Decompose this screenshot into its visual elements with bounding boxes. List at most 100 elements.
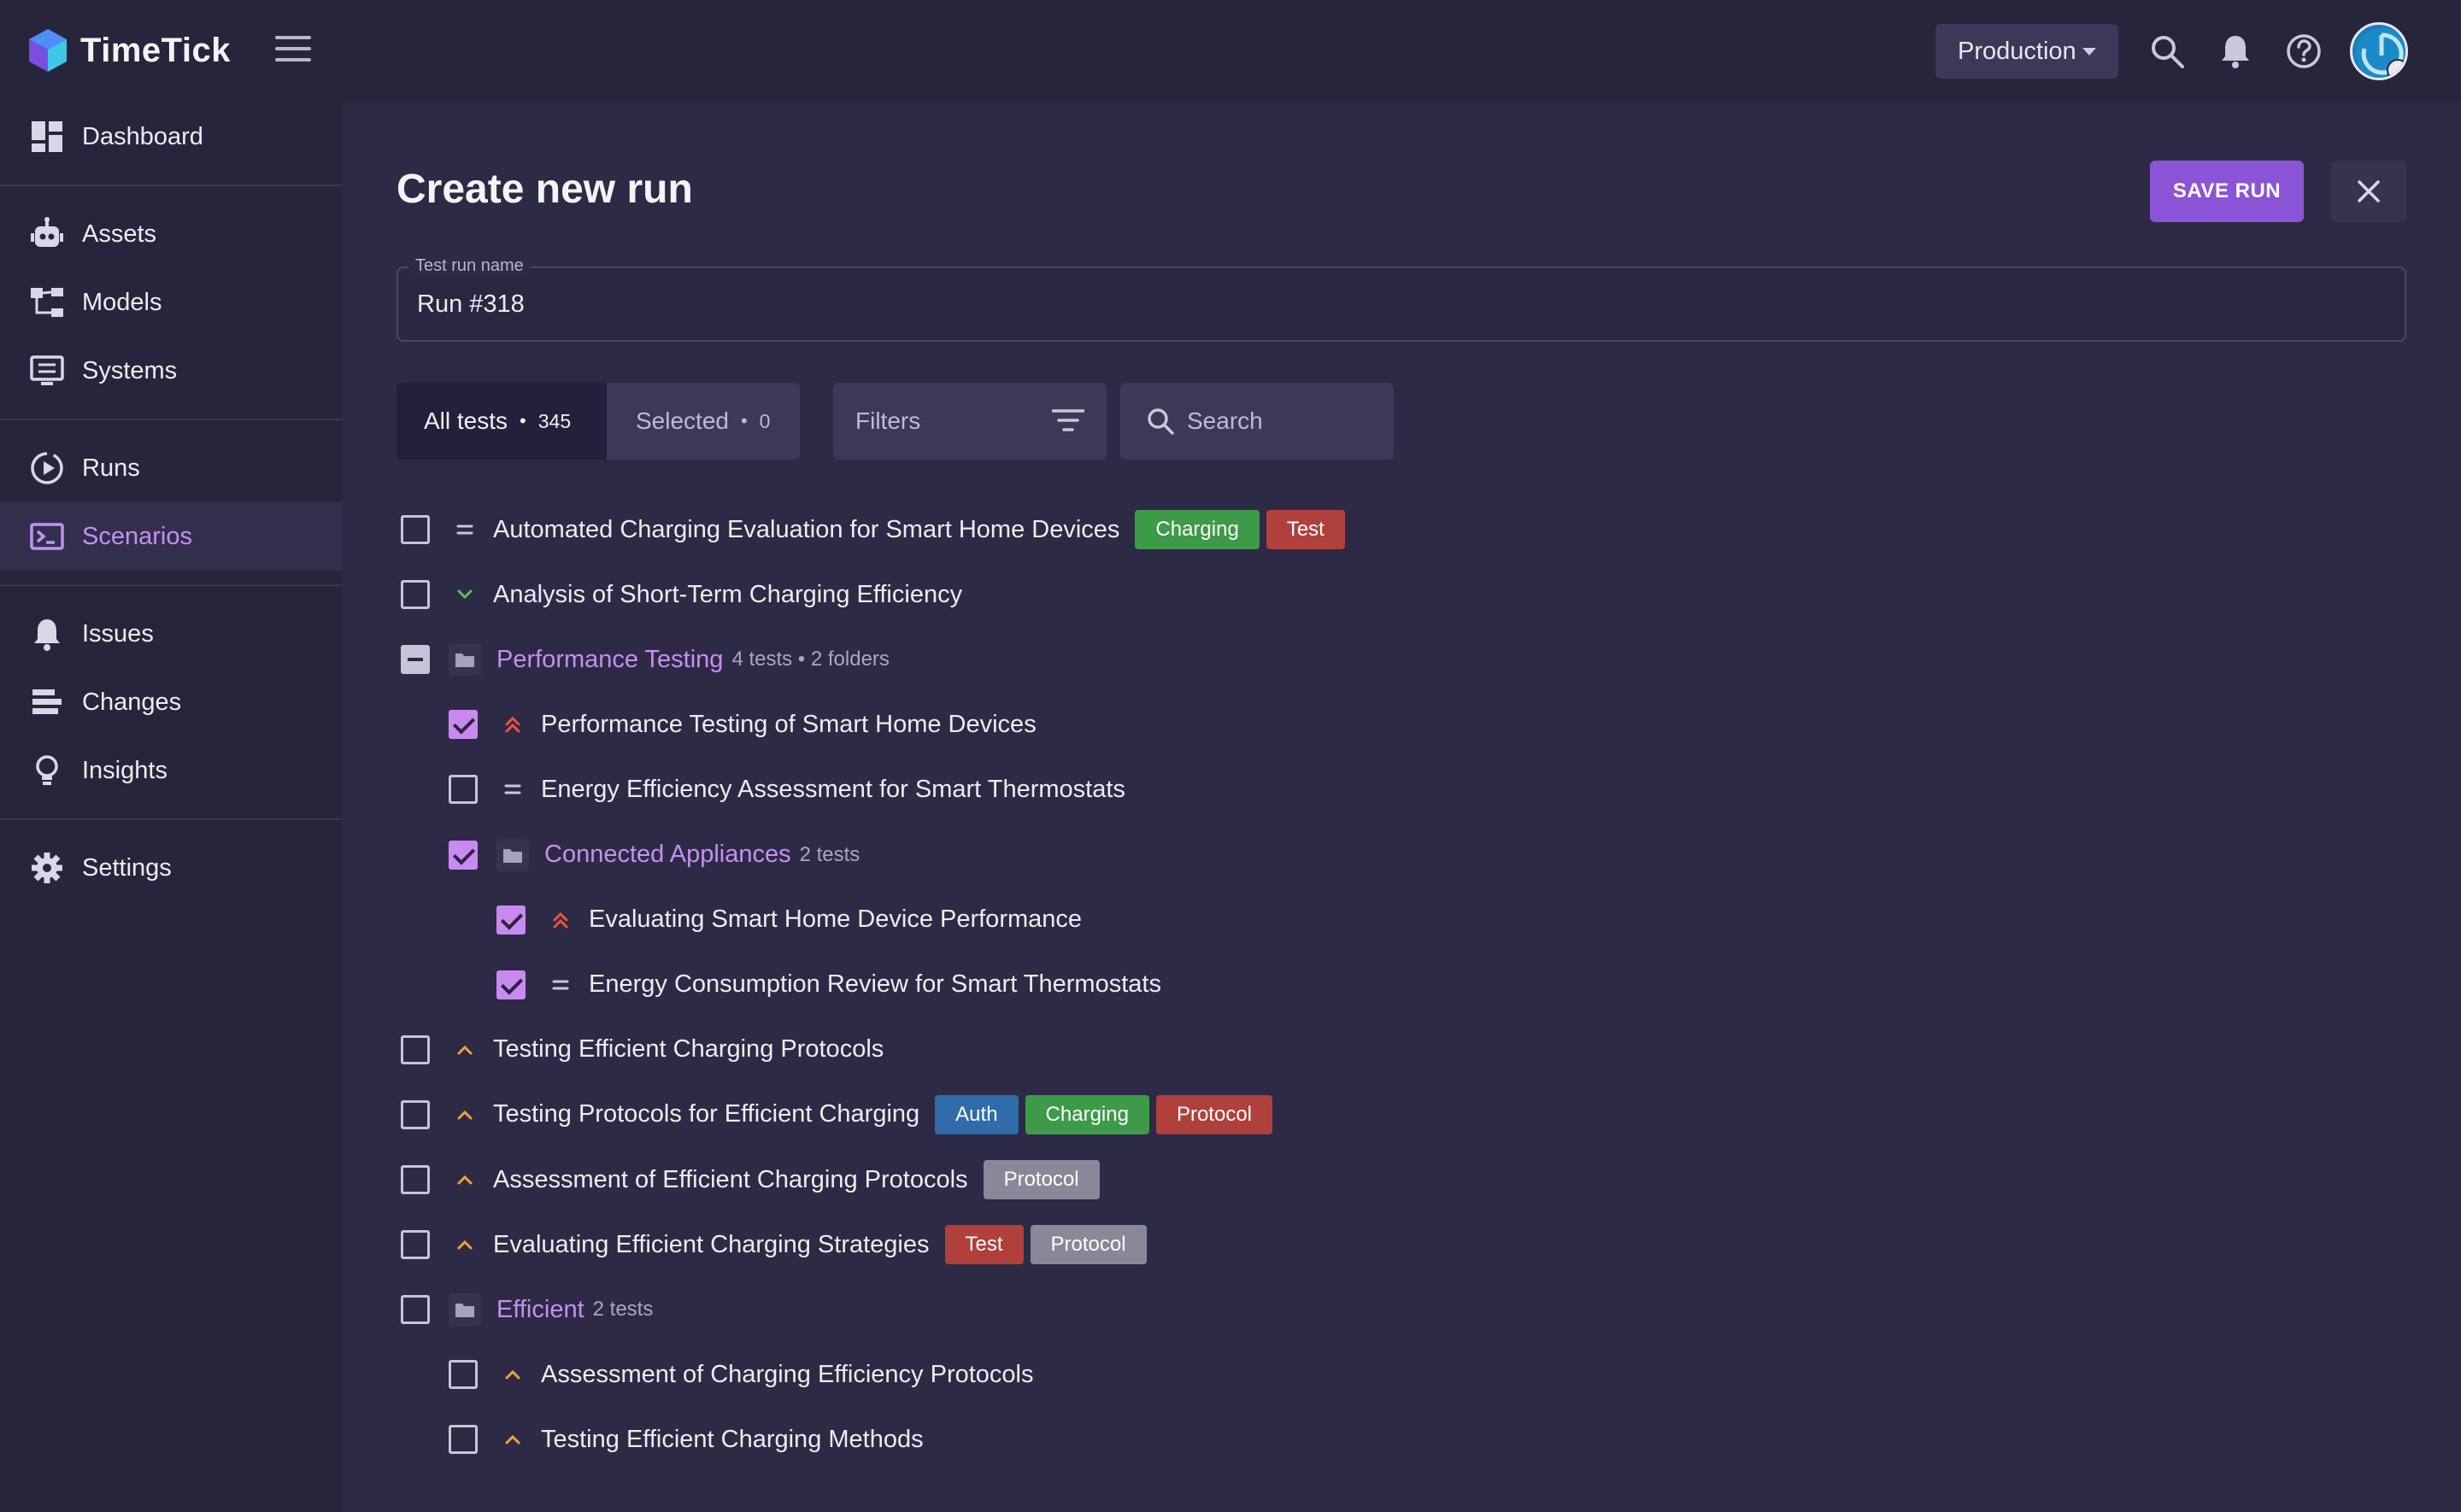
- save-run-button[interactable]: SAVE RUN: [2150, 161, 2304, 222]
- row-checkbox[interactable]: [449, 775, 478, 805]
- tab-all-tests[interactable]: All tests • 345: [396, 383, 607, 460]
- sidebar-item-label: Settings: [82, 853, 172, 882]
- test-run-name-label: Test run name: [408, 256, 531, 276]
- help-icon[interactable]: [2285, 32, 2323, 70]
- test-row[interactable]: Energy Efficiency Assessment for Smart T…: [449, 764, 1125, 815]
- row-checkbox[interactable]: [401, 1230, 430, 1260]
- sidebar-item-systems[interactable]: Systems: [0, 337, 342, 405]
- row-checkbox[interactable]: [496, 905, 526, 935]
- tab-label: Selected: [636, 407, 729, 434]
- folder-name[interactable]: Connected Appliances: [544, 841, 791, 869]
- folder-glyph-icon: [455, 1304, 474, 1318]
- test-title[interactable]: Evaluating Efficient Charging Strategies: [493, 1231, 930, 1259]
- tab-label: All tests: [424, 407, 508, 434]
- sidebar-item-label: Issues: [82, 619, 154, 648]
- sidebar-item-models[interactable]: Models: [0, 268, 342, 337]
- test-row[interactable]: Testing Efficient Charging Protocols: [401, 1024, 884, 1075]
- test-row[interactable]: Evaluating Efficient Charging Strategies…: [401, 1219, 1147, 1270]
- test-title[interactable]: Energy Consumption Review for Smart Ther…: [589, 970, 1161, 999]
- folder-icon: [449, 643, 481, 677]
- search-input[interactable]: [1187, 407, 1375, 435]
- priority-indicator: [500, 1427, 526, 1452]
- user-avatar[interactable]: [2350, 22, 2408, 80]
- app-logo[interactable]: TimeTick: [27, 27, 231, 73]
- sidebar-item-assets[interactable]: Assets: [0, 200, 342, 268]
- sidebar-item-insights[interactable]: Insights: [0, 736, 342, 805]
- test-title[interactable]: Assessment of Efficient Charging Protoco…: [493, 1166, 968, 1194]
- search-box[interactable]: [1120, 383, 1394, 460]
- row-checkbox[interactable]: [401, 1034, 430, 1064]
- row-checkbox[interactable]: [401, 515, 430, 544]
- sidebar-item-scenarios[interactable]: Scenarios: [0, 502, 342, 571]
- folder-row[interactable]: Connected Appliances 2 tests: [449, 829, 860, 881]
- test-row[interactable]: Assessment of Efficient Charging Protoco…: [401, 1154, 1100, 1205]
- tab-selected[interactable]: Selected • 0: [607, 383, 800, 460]
- filters-button[interactable]: Filters: [833, 383, 1107, 460]
- row-checkbox[interactable]: [401, 645, 430, 675]
- test-title[interactable]: Testing Efficient Charging Methods: [541, 1426, 924, 1454]
- cube-logo-icon: [29, 29, 67, 72]
- test-title[interactable]: Automated Charging Evaluation for Smart …: [493, 516, 1119, 544]
- folder-icon: [496, 838, 529, 871]
- sidebar-item-changes[interactable]: Changes: [0, 668, 342, 736]
- row-checkbox[interactable]: [401, 1295, 430, 1325]
- folder-glyph-icon: [455, 653, 474, 668]
- test-title[interactable]: Testing Protocols for Efficient Charging: [493, 1100, 919, 1128]
- test-row[interactable]: Evaluating Smart Home Device Performance: [496, 894, 1082, 946]
- test-row[interactable]: Performance Testing of Smart Home Device…: [449, 699, 1037, 750]
- app-name: TimeTick: [80, 31, 231, 69]
- test-row[interactable]: Assessment of Charging Efficiency Protoc…: [449, 1349, 1034, 1400]
- priority-high-icon: [553, 911, 568, 929]
- row-checkbox[interactable]: [449, 1425, 478, 1455]
- row-checkbox[interactable]: [449, 710, 478, 740]
- sidebar-item-label: Dashboard: [82, 122, 203, 150]
- close-button[interactable]: [2331, 161, 2406, 222]
- priority-indicator: [452, 517, 478, 542]
- folder-row[interactable]: Efficient 2 tests: [401, 1284, 653, 1335]
- environment-select[interactable]: Production: [1935, 24, 2118, 79]
- play-circle-icon: [31, 452, 63, 484]
- sidebar-item-label: Insights: [82, 756, 167, 784]
- sidebar-item-dashboard[interactable]: Dashboard: [0, 103, 342, 171]
- menu-toggle-icon[interactable]: [275, 36, 311, 67]
- tag-badge: Charging: [1025, 1094, 1149, 1134]
- sidebar-item-runs[interactable]: Runs: [0, 434, 342, 502]
- test-row[interactable]: Energy Consumption Review for Smart Ther…: [496, 959, 1161, 1011]
- test-title[interactable]: Assessment of Charging Efficiency Protoc…: [541, 1361, 1034, 1389]
- priority-medium-icon: [457, 1110, 473, 1120]
- row-checkbox[interactable]: [496, 970, 526, 999]
- test-row[interactable]: Analysis of Short-Term Charging Efficien…: [401, 569, 962, 620]
- folder-row[interactable]: Performance Testing 4 tests • 2 folders: [401, 634, 890, 685]
- priority-medium-icon: [457, 1045, 473, 1055]
- sidebar-divider: [0, 185, 342, 186]
- row-checkbox[interactable]: [401, 580, 430, 610]
- test-title[interactable]: Testing Efficient Charging Protocols: [493, 1035, 884, 1064]
- caret-down-icon: [2082, 48, 2096, 56]
- tag-badge: Test: [944, 1225, 1024, 1265]
- row-checkbox[interactable]: [449, 840, 478, 870]
- test-run-name-input[interactable]: [417, 287, 2382, 321]
- test-run-name-field[interactable]: [396, 267, 2406, 342]
- priority-low-icon: [457, 589, 473, 600]
- priority-medium-icon: [505, 1370, 520, 1380]
- test-row[interactable]: Testing Efficient Charging Methods: [449, 1414, 924, 1465]
- sidebar-item-issues[interactable]: Issues: [0, 600, 342, 668]
- test-title[interactable]: Evaluating Smart Home Device Performance: [589, 905, 1082, 934]
- separator-dot: •: [520, 410, 526, 431]
- test-title[interactable]: Energy Efficiency Assessment for Smart T…: [541, 776, 1125, 804]
- sidebar-item-settings[interactable]: Settings: [0, 834, 342, 902]
- test-row[interactable]: Testing Protocols for Efficient Charging…: [401, 1089, 1272, 1140]
- folder-meta: 4 tests • 2 folders: [731, 648, 890, 671]
- test-title[interactable]: Analysis of Short-Term Charging Efficien…: [493, 581, 962, 609]
- row-checkbox[interactable]: [401, 1099, 430, 1129]
- folder-name[interactable]: Efficient: [496, 1296, 584, 1324]
- test-title[interactable]: Performance Testing of Smart Home Device…: [541, 711, 1037, 739]
- search-icon[interactable]: [2148, 32, 2186, 70]
- folder-name[interactable]: Performance Testing: [496, 646, 723, 674]
- row-checkbox[interactable]: [449, 1360, 478, 1390]
- folder-meta: 2 tests: [799, 842, 860, 866]
- row-checkbox[interactable]: [401, 1165, 430, 1194]
- test-row[interactable]: Automated Charging Evaluation for Smart …: [401, 504, 1345, 555]
- hierarchy-icon: [31, 288, 63, 317]
- bell-icon[interactable]: [2217, 32, 2254, 70]
